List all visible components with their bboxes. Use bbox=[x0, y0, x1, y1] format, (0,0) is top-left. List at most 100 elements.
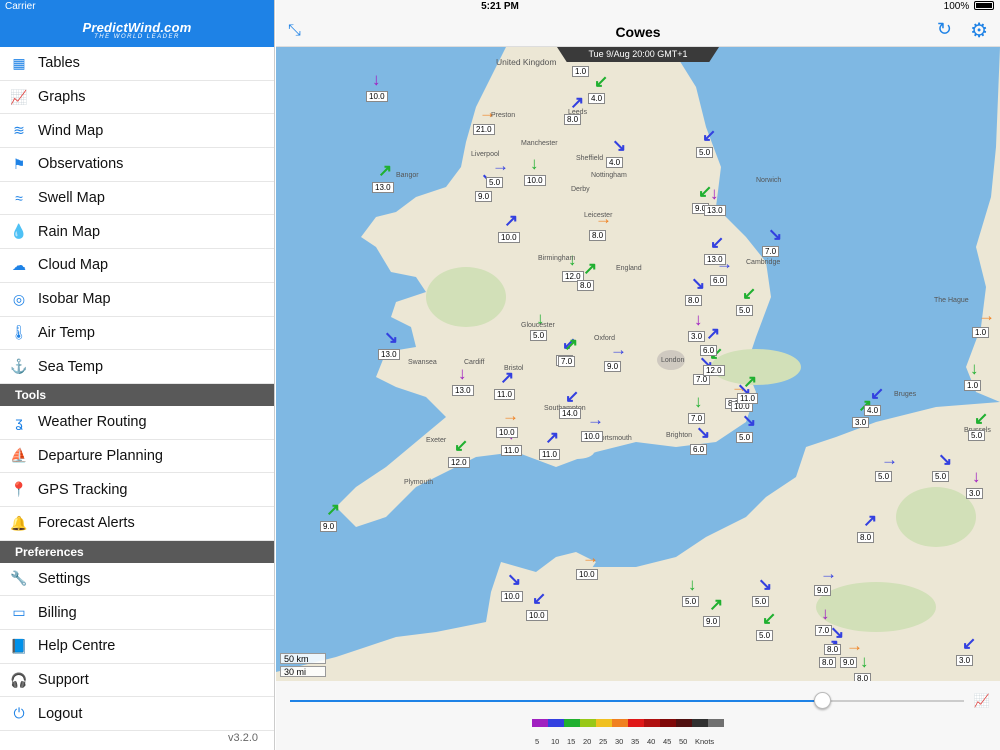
menu-item-forecast-alerts[interactable]: 🔔 Forecast Alerts bbox=[0, 507, 274, 541]
wind-arrow-icon: ↘ bbox=[612, 136, 627, 155]
logo-brand: PredictWind.com bbox=[82, 19, 192, 35]
wind-speed-label: 5.0 bbox=[752, 596, 770, 607]
menu-item-billing[interactable]: ▭ Billing bbox=[0, 596, 274, 630]
wind-arrow-icon: ↘ bbox=[696, 423, 711, 442]
place-label: Derby bbox=[571, 186, 590, 193]
wind-arrow-icon: ↗ bbox=[564, 335, 579, 354]
menu-item-support[interactable]: 🎧 Support bbox=[0, 664, 274, 698]
wind-arrow-icon: ↘ bbox=[691, 274, 706, 293]
menu-item-label: Departure Planning bbox=[38, 447, 163, 464]
wind-speed-label: 8.0 bbox=[857, 532, 875, 543]
time-slider-thumb[interactable] bbox=[814, 692, 832, 709]
graph-icon: 📈 bbox=[10, 88, 28, 105]
wind-speed-label: 10.0 bbox=[526, 610, 548, 621]
time-slider[interactable] bbox=[290, 692, 964, 709]
wind-speed-label: 8.0 bbox=[819, 657, 837, 668]
menu-item-departure-planning[interactable]: ⛵ Departure Planning bbox=[0, 440, 274, 474]
wind-map[interactable]: ↘↙↓↗→↘↙↓↗→↘↙↓↗→↘↙↓↗→↘↙↓↗→↘↙↓↗→↘↙↓↗→↘↙↓↗→… bbox=[276, 47, 1000, 681]
menu-item-graphs[interactable]: 📈 Graphs bbox=[0, 81, 274, 115]
main-menu: ▦ Tables 📈 Graphs ≋ Wind Map ⚑ Observations ≈ Swe… bbox=[0, 47, 274, 384]
time-controls: 📈 5 10 15 20 25 30 35 40 45 50 Knots bbox=[276, 681, 1000, 750]
thermometer-icon: 🌡 bbox=[10, 324, 28, 341]
menu-item-logout[interactable]: ⏻ Logout bbox=[0, 697, 274, 732]
wind-arrow-icon: ↗ bbox=[583, 259, 598, 278]
menu-item-air-temp[interactable]: 🌡 Air Temp bbox=[0, 317, 274, 351]
wind-speed-label: 5.0 bbox=[486, 177, 504, 188]
place-label: Nottingham bbox=[591, 172, 627, 179]
menu-item-label: Help Centre bbox=[38, 638, 116, 655]
wind-speed-label: 3.0 bbox=[688, 331, 706, 342]
sailboat-icon: ⛵ bbox=[10, 447, 28, 464]
wind-arrow-icon: ↙ bbox=[532, 589, 547, 608]
preferences-menu: 🔧 Settings ▭ Billing 📘 Help Centre 🎧 Support ⏻ Lo… bbox=[0, 563, 274, 732]
legend-label: Knots bbox=[695, 737, 715, 746]
menu-item-label: Observations bbox=[38, 156, 124, 173]
wind-arrow-icon: ↗ bbox=[545, 428, 560, 447]
wind-arrow-icon: ↓ bbox=[710, 184, 719, 203]
wind-arrow-icon: → bbox=[978, 306, 995, 325]
wind-speed-label: 5.0 bbox=[756, 630, 774, 641]
menu-item-wind-map[interactable]: ≋ Wind Map bbox=[0, 114, 274, 149]
wind-speed-label: 11.0 bbox=[501, 445, 522, 456]
place-label: Oxford bbox=[594, 335, 616, 342]
wind-speed-label: 4.0 bbox=[606, 157, 624, 168]
menu-item-label: Isobar Map bbox=[38, 291, 111, 308]
place-label: United Kingdom bbox=[496, 57, 557, 67]
wind-arrow-icon: ↗ bbox=[709, 595, 724, 614]
tools-menu: ʓ Weather Routing ⛵ Departure Planning 📍 GPS … bbox=[0, 406, 274, 541]
legend-swatch bbox=[564, 719, 580, 727]
wind-speed-label: 10.0 bbox=[576, 569, 598, 580]
tools-section-header: Tools bbox=[0, 383, 274, 406]
menu-item-cloud-map[interactable]: ☁ Cloud Map bbox=[0, 249, 274, 283]
wind-speed-label: 11.0 bbox=[737, 393, 758, 404]
place-label: England bbox=[616, 265, 642, 272]
menu-item-tables[interactable]: ▦ Tables bbox=[0, 47, 274, 81]
wind-arrow-icon: ↓ bbox=[372, 70, 381, 89]
wind-arrow-icon: ↗ bbox=[863, 511, 878, 530]
wind-arrow-icon: ↓ bbox=[688, 575, 697, 594]
wind-arrow-icon: ↓ bbox=[972, 467, 981, 486]
menu-item-help-centre[interactable]: 📘 Help Centre bbox=[0, 630, 274, 664]
menu-item-sea-temp[interactable]: ⚓ Sea Temp bbox=[0, 350, 274, 384]
main-panel: ⤡ Cowes ↻ ⚙ ↘↙↓↗→↘↙↓↗→↘↙↓↗→↘↙↓↗→↘↙↓↗→↘↙↓… bbox=[276, 0, 1000, 750]
wind-arrow-icon: ↗ bbox=[706, 324, 721, 343]
menu-item-settings[interactable]: 🔧 Settings bbox=[0, 563, 274, 597]
place-label: Cardiff bbox=[464, 359, 485, 366]
wrench-icon: 🔧 bbox=[10, 570, 28, 587]
menu-item-swell-map[interactable]: ≈ Swell Map bbox=[0, 182, 274, 216]
menu-item-observations[interactable]: ⚑ Observations bbox=[0, 148, 274, 182]
legend-swatch bbox=[660, 719, 676, 727]
wind-speed-label: 9.0 bbox=[703, 616, 721, 627]
gear-icon[interactable]: ⚙ bbox=[970, 18, 988, 43]
battery-percent: 100% bbox=[943, 1, 970, 12]
menu-item-gps-tracking[interactable]: 📍 GPS Tracking bbox=[0, 473, 274, 507]
menu-item-isobar-map[interactable]: ◎ Isobar Map bbox=[0, 283, 274, 317]
graph-icon[interactable]: 📈 bbox=[974, 693, 990, 709]
wind-arrow-icon: ↙ bbox=[454, 436, 469, 455]
predictwind-logo: PredictWind.com THE WORLD LEADER bbox=[82, 20, 191, 40]
menu-item-rain-map[interactable]: 💧 Rain Map bbox=[0, 215, 274, 250]
place-label: Manchester bbox=[521, 140, 558, 147]
help-icon: 📘 bbox=[10, 637, 28, 654]
wind-arrow-icon: → bbox=[820, 564, 837, 583]
wind-arrow-icon: ↙ bbox=[962, 634, 977, 653]
legend-label: 35 bbox=[631, 737, 640, 746]
scale-km: 50 km bbox=[280, 653, 326, 664]
wind-speed-label: 8.0 bbox=[854, 673, 872, 681]
legend-swatch bbox=[644, 719, 660, 727]
menu-item-weather-routing[interactable]: ʓ Weather Routing bbox=[0, 406, 274, 440]
place-label: Bruges bbox=[894, 391, 917, 398]
wind-speed-label: 10.0 bbox=[496, 427, 518, 438]
legend-swatch bbox=[676, 719, 692, 727]
wind-arrow-icon: ↗ bbox=[378, 161, 393, 180]
place-label: Leicester bbox=[584, 212, 613, 219]
legend-label: 40 bbox=[647, 737, 656, 746]
wind-speed-label: 10.0 bbox=[366, 91, 388, 102]
wind-speed-label: 9.0 bbox=[475, 191, 493, 202]
wind-speed-label: 12.0 bbox=[703, 365, 725, 376]
refresh-icon[interactable]: ↻ bbox=[937, 19, 952, 40]
rain-icon: 💧 bbox=[10, 223, 28, 240]
wind-arrow-icon: ↓ bbox=[821, 604, 830, 623]
sidebar: PredictWind.com THE WORLD LEADER ▦ Tables… bbox=[0, 0, 275, 750]
legend-swatch bbox=[548, 719, 564, 727]
